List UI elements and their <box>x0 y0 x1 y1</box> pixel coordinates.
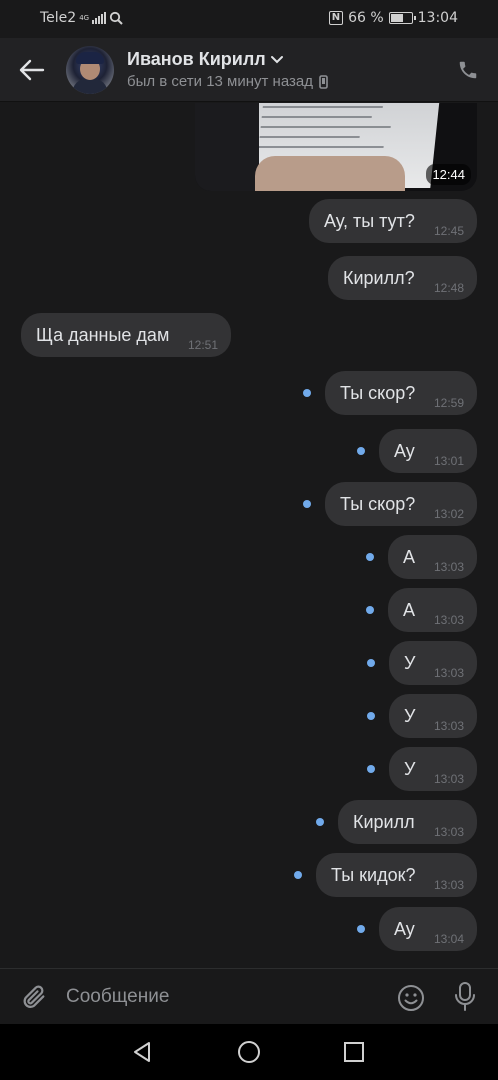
nav-recents-button[interactable] <box>343 1041 365 1063</box>
signal-icon <box>92 12 107 24</box>
message-time: 13:02 <box>433 507 464 521</box>
back-button[interactable] <box>16 54 48 86</box>
unread-indicator <box>367 659 375 667</box>
outgoing-message[interactable]: Ты кидок? 13:03 <box>316 853 477 897</box>
message-text: Ты кидок? <box>331 864 416 885</box>
status-bar: Tele2 4G N 66 % 13:04 <box>0 0 498 38</box>
nav-back-button[interactable] <box>130 1040 154 1064</box>
carrier-name: Tele2 <box>40 10 77 26</box>
battery-percent: 66 % <box>348 10 384 26</box>
message-time: 12:48 <box>433 281 464 295</box>
message-text: Ау <box>394 440 415 461</box>
unread-indicator <box>303 500 311 508</box>
message-time: 13:04 <box>433 932 464 946</box>
call-button[interactable] <box>454 56 482 84</box>
network-type: 4G <box>79 13 90 22</box>
message-time: 13:03 <box>433 772 464 786</box>
unread-indicator <box>316 818 324 826</box>
message-time: 13:03 <box>433 825 464 839</box>
search-icon <box>110 11 123 25</box>
message-time: 13:01 <box>433 454 464 468</box>
nav-home-button[interactable] <box>237 1040 261 1064</box>
unread-indicator <box>367 712 375 720</box>
last-seen-status: был в сети 13 минут назад <box>127 73 328 90</box>
outgoing-message[interactable]: У 13:03 <box>389 641 477 685</box>
voice-button[interactable] <box>452 981 478 1013</box>
message-text: Ща данные дам <box>36 324 170 345</box>
phone-call-icon <box>459 61 477 79</box>
triangle-back-icon <box>134 1042 150 1062</box>
emoji-button[interactable] <box>396 983 426 1013</box>
message-time: 13:03 <box>433 719 464 733</box>
message-text: А <box>403 599 416 620</box>
outgoing-message[interactable]: Ау 13:04 <box>379 907 477 951</box>
microphone-icon <box>455 982 475 1011</box>
message-text: Кирилл? <box>343 267 415 288</box>
message-time: 13:03 <box>433 560 464 574</box>
outgoing-message[interactable]: Ты скор? 13:02 <box>325 482 477 526</box>
message-time: 13:03 <box>433 666 464 680</box>
message-time: 12:44 <box>426 164 471 185</box>
incoming-message[interactable]: Ща данные дам 12:51 <box>21 313 231 357</box>
nfc-icon: N <box>328 11 344 25</box>
last-seen-text: был в сети 13 минут назад <box>127 73 313 90</box>
contact-name[interactable]: Иванов Кирилл <box>127 49 284 70</box>
square-recents-icon <box>344 1042 364 1062</box>
chevron-down-icon <box>270 55 283 63</box>
attach-button[interactable] <box>20 983 48 1011</box>
message-text: У <box>404 758 416 779</box>
outgoing-message[interactable]: Ты скор? 12:59 <box>325 371 477 415</box>
avatar[interactable] <box>66 46 114 94</box>
message-time: 12:51 <box>187 338 218 352</box>
outgoing-message[interactable]: Кирилл 13:03 <box>338 800 477 844</box>
outgoing-message[interactable]: У 13:03 <box>389 694 477 738</box>
message-text: Кирилл <box>353 811 415 832</box>
message-composer <box>0 968 498 1024</box>
status-time: 13:04 <box>417 10 458 26</box>
chat-header: Иванов Кирилл был в сети 13 минут назад <box>0 38 498 102</box>
unread-indicator <box>303 389 311 397</box>
message-text: Ау, ты тут? <box>324 210 415 231</box>
message-text: Ты скор? <box>340 493 416 514</box>
system-navigation-bar <box>0 1024 498 1080</box>
outgoing-message[interactable]: Ау, ты тут? 12:45 <box>309 199 477 243</box>
unread-indicator <box>366 553 374 561</box>
unread-indicator <box>357 447 365 455</box>
message-text: У <box>404 705 416 726</box>
circle-home-icon <box>238 1041 260 1063</box>
message-list[interactable]: 12:44 Ау, ты тут? 12:45 Кирилл? 12:48 Ща дан… <box>0 103 498 968</box>
message-time: 13:03 <box>433 613 464 627</box>
contact-name-text: Иванов Кирилл <box>127 49 266 69</box>
paperclip-icon <box>23 985 45 1009</box>
message-text: У <box>404 652 416 673</box>
message-text: А <box>403 546 416 567</box>
message-time: 12:59 <box>433 396 464 410</box>
photo-message[interactable]: 12:44 <box>195 103 477 191</box>
message-time: 12:45 <box>433 224 464 238</box>
message-text: Ау <box>394 918 415 939</box>
outgoing-message[interactable]: Ау 13:01 <box>379 429 477 473</box>
outgoing-message[interactable]: А 13:03 <box>388 588 477 632</box>
outgoing-message[interactable]: У 13:03 <box>389 747 477 791</box>
unread-indicator <box>366 606 374 614</box>
outgoing-message[interactable]: Кирилл? 12:48 <box>328 256 477 300</box>
status-right: N 66 % 13:04 <box>328 10 458 26</box>
message-input[interactable] <box>66 981 366 1013</box>
battery-icon <box>388 12 416 24</box>
message-text: Ты скор? <box>340 382 416 403</box>
smile-icon <box>398 985 424 1011</box>
unread-indicator <box>367 765 375 773</box>
arrow-left-icon <box>19 59 45 81</box>
outgoing-message[interactable]: А 13:03 <box>388 535 477 579</box>
message-time: 13:03 <box>433 878 464 892</box>
phone-device-icon <box>319 74 328 89</box>
status-left: Tele2 4G <box>40 10 123 26</box>
unread-indicator <box>294 871 302 879</box>
unread-indicator <box>357 925 365 933</box>
